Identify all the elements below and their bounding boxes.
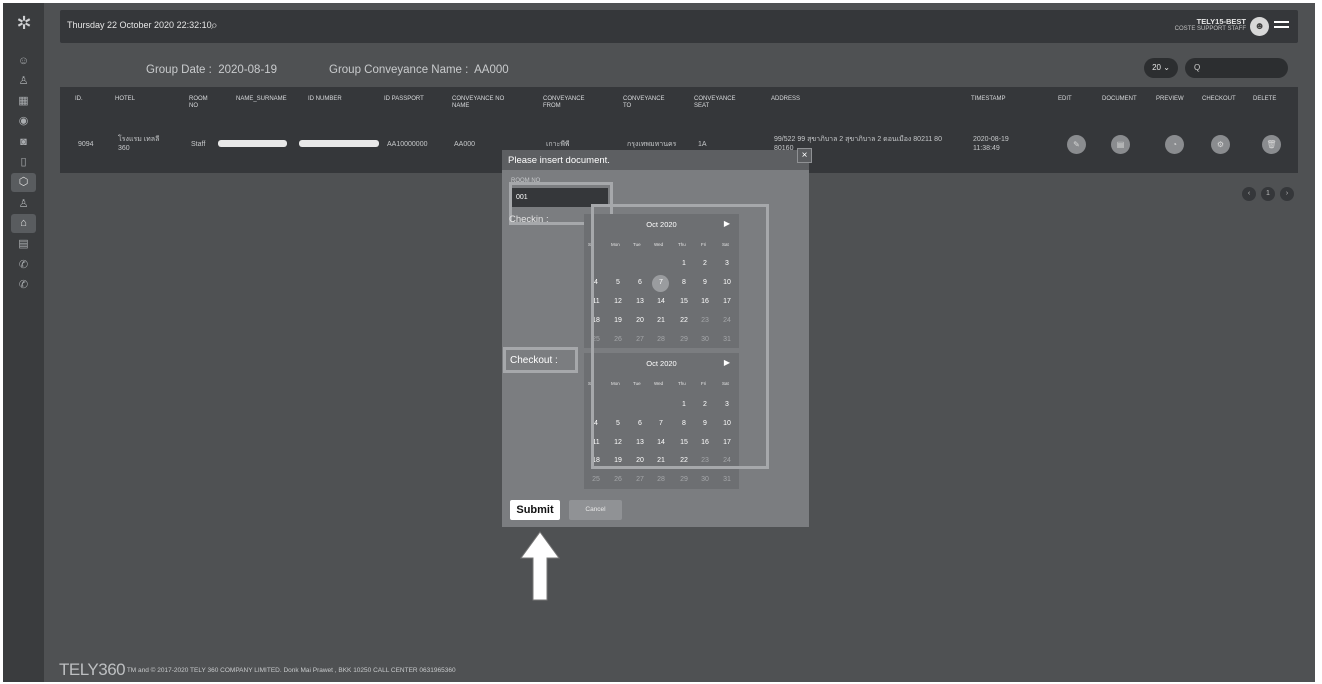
group-date-value: 2020-08-19 — [218, 64, 278, 76]
map-icon[interactable]: ▦ — [15, 93, 32, 110]
users-icon[interactable]: ☺ — [15, 53, 32, 70]
user-icon[interactable]: ♙ — [15, 73, 32, 90]
server-icon[interactable]: ▤ — [15, 236, 32, 253]
submit-button[interactable]: Submit — [510, 500, 560, 520]
document-button[interactable]: ▤ — [1111, 135, 1130, 154]
cancel-button[interactable]: Cancel — [569, 500, 622, 520]
camera-icon[interactable]: ◙ — [15, 134, 32, 151]
calendar-day[interactable]: 31 — [718, 476, 736, 483]
phone-icon[interactable]: ✆ — [15, 257, 32, 274]
cell-conveyance-from: เกาะพีพี — [546, 141, 570, 148]
redacted-id-number — [299, 140, 379, 147]
user-name: TELY15-BEST — [1196, 17, 1246, 26]
group-date: Group Date : 2020-08-19 — [146, 64, 277, 76]
calendar-day[interactable]: 26 — [609, 476, 627, 483]
redacted-name — [218, 140, 287, 147]
column-header: NAME_SURNAME — [236, 96, 287, 102]
pointer-arrow-icon — [520, 531, 560, 601]
column-header: CONVEYANCE FROM — [543, 96, 585, 109]
checkin-label: Checkin : — [509, 214, 549, 225]
calendar-day[interactable]: 30 — [696, 476, 714, 483]
cell-conveyance-seat: 1A — [698, 141, 707, 148]
edit-button[interactable]: ✎ — [1067, 135, 1086, 154]
column-header: ID PASSPORT — [384, 96, 424, 102]
top-bar: Thursday 22 October 2020 22:32:10 ⌕ TELY… — [60, 10, 1298, 43]
column-header: DELETE — [1253, 96, 1277, 102]
column-header: ID NUMBER — [308, 96, 342, 102]
calendar-day[interactable]: 25 — [587, 476, 605, 483]
close-icon[interactable]: × — [797, 148, 812, 163]
app-logo-icon[interactable]: ✲ — [14, 13, 34, 33]
pagination-page[interactable]: 1 — [1261, 187, 1275, 201]
sidebar: ✲ ☺ ♙ ▦ ◉ ◙ ▯ ⬡ ♙ ⌂ ▤ ✆ ✆ — [3, 3, 44, 682]
column-header: CONVEYANCE SEAT — [694, 96, 736, 109]
phone-call-icon[interactable]: ✆ — [15, 277, 32, 294]
column-header: ROOM NO — [189, 96, 208, 109]
group-conveyance: Group Conveyance Name : AA000 — [329, 64, 509, 76]
page-size-select[interactable]: 20 ⌄ — [1144, 58, 1178, 78]
cell-conveyance-name: AA000 — [454, 141, 476, 148]
calendar-day[interactable]: 27 — [631, 476, 649, 483]
column-header: CONVEYANCE NO NAME — [452, 96, 505, 109]
footer: TELY360 TM and © 2017-2020 TELY 360 COMP… — [59, 660, 456, 680]
cell-id: 9094 — [78, 141, 94, 148]
column-header: HOTEL — [115, 96, 136, 102]
clipboard-icon[interactable]: ▯ — [15, 154, 32, 171]
table-search-input[interactable]: Q — [1185, 58, 1288, 78]
cell-timestamp: 2020-08-19 11:38:49 — [973, 136, 1009, 152]
cell-conveyance-to: กรุงเทพมหานคร — [627, 141, 677, 148]
calendar-day[interactable]: 29 — [675, 476, 693, 483]
column-header: CHECKOUT — [1202, 96, 1236, 102]
column-header: TIMESTAMP — [971, 96, 1006, 102]
modal-title: Please insert document. — [508, 155, 610, 166]
location-icon[interactable]: ◉ — [15, 113, 32, 130]
person-icon[interactable]: ♙ — [15, 196, 32, 213]
column-header: EDIT — [1058, 96, 1072, 102]
box-icon[interactable]: ⬡ — [11, 173, 36, 192]
cell-room-no: Staff — [191, 141, 206, 148]
hamburger-menu-icon[interactable] — [1274, 21, 1289, 31]
home-icon[interactable]: ⌂ — [11, 214, 36, 233]
checkout-highlight-box — [503, 347, 578, 373]
user-role: COSTE SUPPORT STAFF — [1174, 26, 1246, 32]
pagination-next[interactable]: › — [1280, 187, 1294, 201]
checkout-button[interactable]: ⚙ — [1211, 135, 1230, 154]
column-header: CONVEYANCE TO — [623, 96, 665, 109]
cell-hotel: โรงแรม เทลลี 360 — [118, 136, 160, 152]
column-header: ID. — [75, 96, 83, 102]
modal-header: Please insert document. — [502, 150, 809, 170]
calendar-highlight-box — [591, 204, 769, 469]
group-date-label: Group Date : — [146, 64, 212, 76]
group-conveyance-value: AA000 — [474, 64, 509, 76]
avatar[interactable]: ☻ — [1250, 17, 1269, 36]
group-conveyance-label: Group Conveyance Name : — [329, 64, 469, 76]
column-header: DOCUMENT — [1102, 96, 1137, 102]
footer-text: TM and © 2017-2020 TELY 360 COMPANY LIMI… — [126, 667, 456, 674]
user-info: TELY15-BEST COSTE SUPPORT STAFF — [1175, 17, 1246, 32]
datetime-display: Thursday 22 October 2020 22:32:10 — [67, 20, 212, 30]
calendar-day[interactable]: 28 — [652, 476, 670, 483]
search-icon[interactable]: ⌕ — [211, 18, 218, 33]
preview-button[interactable]: ◔ — [1165, 135, 1184, 154]
footer-brand: TELY360 — [59, 660, 126, 679]
cell-id-passport: AA10000000 — [387, 141, 428, 148]
column-header: PREVIEW — [1156, 96, 1184, 102]
delete-button[interactable]: 🗑 — [1262, 135, 1281, 154]
column-header: ADDRESS — [771, 96, 801, 102]
pagination-prev[interactable]: ‹ — [1242, 187, 1256, 201]
